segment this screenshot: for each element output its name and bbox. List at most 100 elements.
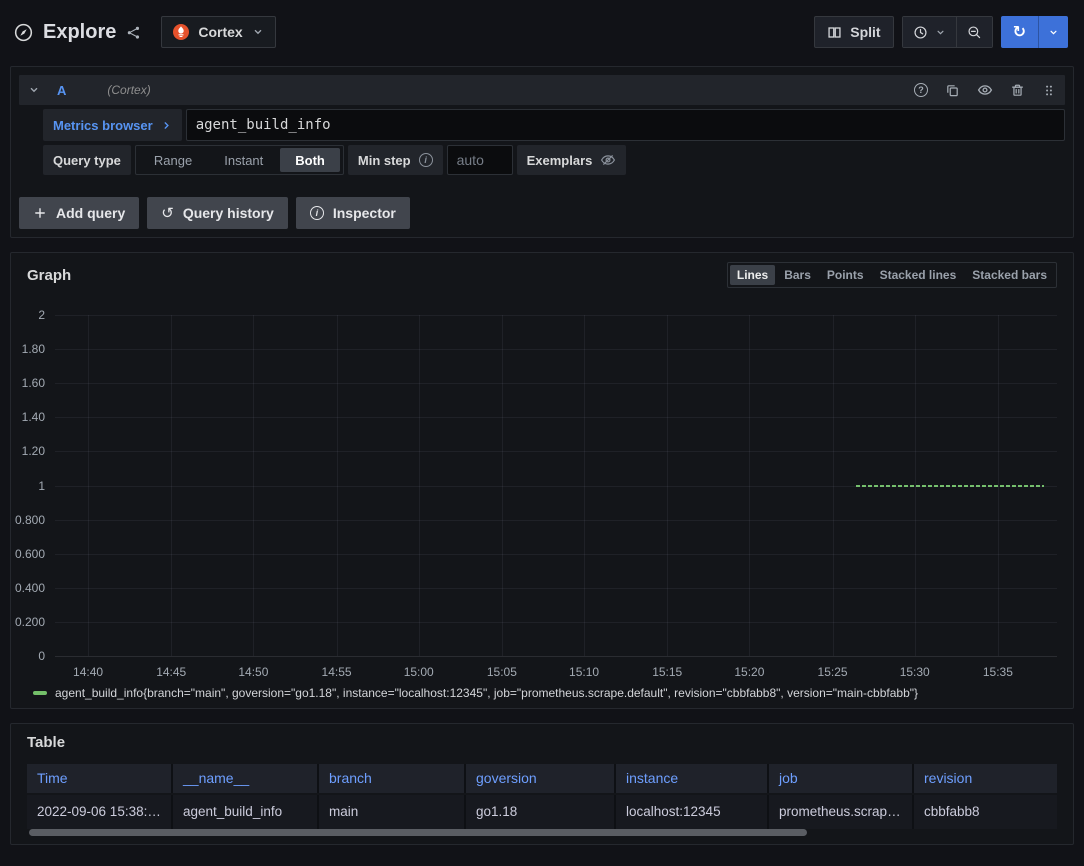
x-tick-label: 15:30: [900, 665, 930, 679]
history-icon: ↺: [161, 206, 174, 221]
graph-panel-title: Graph: [27, 267, 71, 284]
page-title: Explore: [43, 21, 116, 44]
x-tick-label: 15:05: [487, 665, 517, 679]
graph-mode-bars[interactable]: Bars: [777, 265, 818, 285]
column-header-time[interactable]: Time: [27, 764, 173, 793]
cell-job: prometheus.scrape.default: [769, 795, 914, 829]
y-tick-label: 1.40: [22, 410, 45, 424]
cell-goversion: go1.18: [466, 795, 616, 829]
query-expression-input[interactable]: [186, 109, 1065, 141]
datasource-picker[interactable]: Cortex: [161, 16, 275, 48]
x-tick-label: 15:25: [818, 665, 848, 679]
y-tick-label: 1.20: [22, 444, 45, 458]
y-tick-label: 0.400: [15, 581, 45, 595]
x-tick-label: 15:00: [404, 665, 434, 679]
graph-mode-lines[interactable]: Lines: [730, 265, 775, 285]
column-header-name[interactable]: __name__: [173, 764, 319, 793]
y-tick-label: 0.200: [15, 615, 45, 629]
scrollbar-thumb[interactable]: [29, 829, 807, 836]
toggle-visibility-eye-icon[interactable]: [977, 82, 993, 98]
graph-style-toggle: Lines Bars Points Stacked lines Stacked …: [727, 262, 1057, 288]
chevron-down-icon: [1048, 27, 1059, 38]
time-picker-button[interactable]: [903, 17, 956, 47]
x-tick-label: 14:50: [238, 665, 268, 679]
info-icon: i: [419, 153, 433, 167]
query-history-button[interactable]: ↺ Query history: [147, 197, 288, 229]
split-icon: [827, 25, 842, 40]
graph-mode-points[interactable]: Points: [820, 265, 871, 285]
query-datasource-hint: (Cortex): [107, 83, 150, 97]
query-type-label: Query type: [43, 145, 131, 175]
x-tick-label: 14:55: [322, 665, 352, 679]
chevron-down-icon: [935, 27, 946, 38]
y-tick-label: 0.600: [15, 547, 45, 561]
cell-name: agent_build_info: [173, 795, 319, 829]
refresh-icon: ↻: [1013, 24, 1026, 40]
legend-series-label[interactable]: agent_build_info{branch="main", goversio…: [55, 686, 918, 700]
y-tick-label: 0.800: [15, 513, 45, 527]
zoom-out-icon: [967, 25, 982, 40]
column-header-job[interactable]: job: [769, 764, 914, 793]
query-type-option-both[interactable]: Both: [280, 148, 340, 172]
delete-query-trash-icon[interactable]: [1010, 83, 1025, 98]
min-step-input[interactable]: [447, 145, 513, 175]
split-label: Split: [850, 24, 880, 40]
metrics-browser-label: Metrics browser: [53, 118, 153, 133]
refresh-button[interactable]: ↻: [1001, 16, 1038, 48]
x-tick-label: 15:20: [734, 665, 764, 679]
cell-time: 2022-09-06 15:38:02: [27, 795, 173, 829]
x-tick-label: 15:15: [652, 665, 682, 679]
cell-instance: localhost:12345: [616, 795, 769, 829]
legend-series-swatch: [33, 691, 47, 695]
query-type-radio-group: Range Instant Both: [135, 145, 344, 175]
drag-handle-icon[interactable]: [1042, 83, 1056, 98]
y-tick-label: 2: [38, 308, 45, 322]
column-header-branch[interactable]: branch: [319, 764, 466, 793]
copy-query-icon[interactable]: [945, 83, 960, 98]
explore-compass-icon: [14, 23, 33, 42]
column-header-goversion[interactable]: goversion: [466, 764, 616, 793]
query-type-option-instant[interactable]: Instant: [209, 148, 278, 172]
query-editor-panel: A (Cortex) ?: [10, 66, 1074, 238]
query-ref-id: A: [57, 83, 66, 98]
cell-branch: main: [319, 795, 466, 829]
column-header-revision[interactable]: revision: [914, 764, 1057, 793]
x-tick-label: 14:45: [156, 665, 186, 679]
query-row-actions: ?: [914, 82, 1056, 98]
refresh-interval-dropdown[interactable]: [1038, 16, 1068, 48]
table-horizontal-scrollbar[interactable]: [27, 829, 1057, 836]
top-toolbar: Explore Cortex: [0, 0, 1084, 64]
refresh-controls: ↻: [1001, 16, 1068, 48]
x-tick-label: 15:10: [569, 665, 599, 679]
share-icon[interactable]: [126, 25, 141, 40]
graph-mode-stacked-bars[interactable]: Stacked bars: [965, 265, 1054, 285]
clock-icon: [913, 25, 928, 40]
chevron-right-icon: [161, 120, 172, 131]
table-panel: Table Time __name__ branch goversion ins…: [10, 723, 1074, 845]
graph-plot-area[interactable]: 21.801.601.401.2010.8000.6000.4000.20001…: [55, 315, 1057, 656]
table-row: 2022-09-06 15:38:02 agent_build_info mai…: [27, 795, 1057, 829]
add-query-button[interactable]: Add query: [19, 197, 139, 229]
table-panel-title: Table: [27, 734, 1057, 751]
column-header-instance[interactable]: instance: [616, 764, 769, 793]
query-row-header[interactable]: A (Cortex) ?: [19, 75, 1065, 105]
chevron-down-icon: [252, 26, 264, 38]
help-icon[interactable]: ?: [914, 83, 928, 97]
zoom-out-button[interactable]: [956, 17, 992, 47]
plus-icon: [33, 206, 47, 220]
y-tick-label: 1.60: [22, 376, 45, 390]
datasource-name: Cortex: [198, 24, 242, 40]
metrics-browser-button[interactable]: Metrics browser: [43, 109, 182, 141]
inspector-button[interactable]: i Inspector: [296, 197, 410, 229]
time-range-controls: [902, 16, 993, 48]
collapse-chevron-icon[interactable]: [28, 84, 40, 96]
y-tick-label: 1.80: [22, 342, 45, 356]
prometheus-icon: [173, 24, 189, 40]
query-type-option-range[interactable]: Range: [139, 148, 207, 172]
exemplars-eye-slash-icon[interactable]: [600, 152, 616, 168]
cell-revision: cbbfabb8: [914, 795, 1057, 829]
graph-legend: agent_build_info{branch="main", goversio…: [33, 686, 1057, 700]
graph-mode-stacked-lines[interactable]: Stacked lines: [873, 265, 964, 285]
min-step-label: Min step i: [348, 145, 443, 175]
split-button[interactable]: Split: [814, 16, 893, 48]
